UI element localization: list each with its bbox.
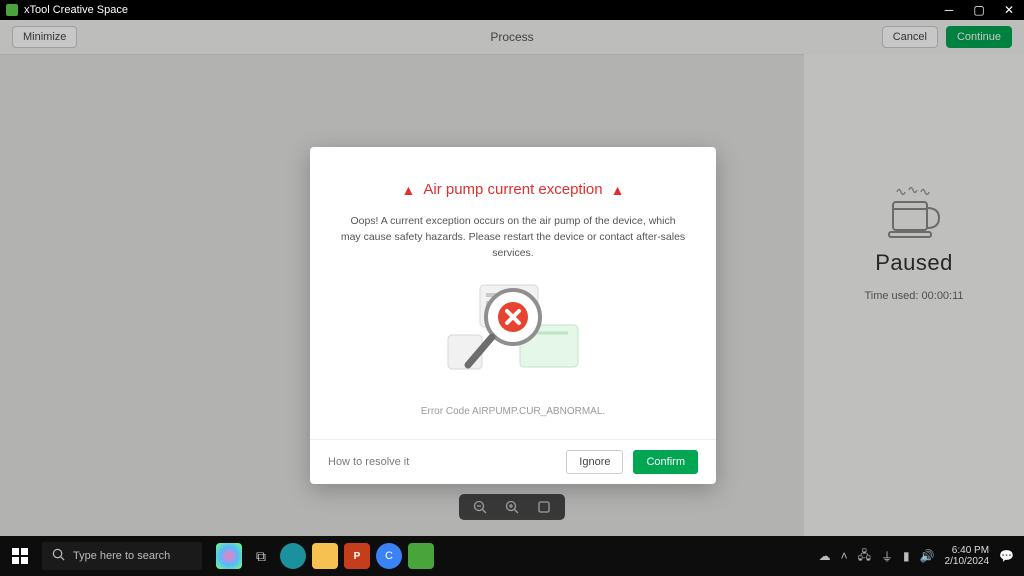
search-placeholder: Type here to search bbox=[73, 550, 170, 562]
app-icon bbox=[6, 4, 18, 16]
tray-time: 6:40 PM bbox=[945, 545, 990, 556]
tray-sound-icon[interactable]: 🔊 bbox=[920, 549, 935, 563]
tray-onedrive-icon[interactable]: ☁ bbox=[819, 549, 831, 563]
start-button[interactable] bbox=[0, 536, 40, 576]
confirm-button[interactable]: Confirm bbox=[633, 450, 698, 474]
warning-icon: ▲ bbox=[611, 182, 625, 198]
tray-date: 2/10/2024 bbox=[945, 556, 990, 567]
tray-expand-icon[interactable]: ˄ bbox=[841, 549, 848, 563]
xtool-icon[interactable] bbox=[408, 543, 434, 569]
dialog-message: Oops! A current exception occurs on the … bbox=[340, 214, 686, 261]
ignore-button[interactable]: Ignore bbox=[566, 450, 623, 474]
error-code: Error Code AIRPUMP.CUR_ABNORMAL. bbox=[340, 406, 686, 417]
tray-battery-icon[interactable]: ▮ bbox=[903, 549, 910, 563]
tray-clock[interactable]: 6:40 PM 2/10/2024 bbox=[945, 545, 990, 567]
cortana-icon[interactable] bbox=[216, 543, 242, 569]
window-maximize-button[interactable]: ▢ bbox=[964, 0, 994, 20]
task-view-icon[interactable]: ⧉ bbox=[248, 543, 274, 569]
window-close-button[interactable]: ✕ bbox=[994, 0, 1024, 20]
warning-icon: ▲ bbox=[402, 182, 416, 198]
powerpoint-icon[interactable]: P bbox=[344, 543, 370, 569]
error-dialog: ▲ Air pump current exception ▲ Oops! A c… bbox=[310, 147, 716, 484]
window-title: xTool Creative Space bbox=[24, 0, 128, 20]
error-illustration bbox=[428, 277, 598, 387]
tray-network-icon[interactable]: 🖧 bbox=[858, 546, 871, 567]
taskbar: Type here to search ⧉ P C ☁ ˄ 🖧 ⏚ ▮ 🔊 6:… bbox=[0, 536, 1024, 576]
how-to-resolve-link[interactable]: How to resolve it bbox=[328, 456, 409, 468]
dialog-title: Air pump current exception bbox=[423, 181, 602, 198]
taskbar-search[interactable]: Type here to search bbox=[42, 542, 202, 570]
notifications-icon[interactable]: 💬 bbox=[999, 549, 1014, 563]
file-explorer-icon[interactable] bbox=[312, 543, 338, 569]
edge-icon[interactable] bbox=[280, 543, 306, 569]
search-icon bbox=[52, 548, 65, 564]
app-c-icon[interactable]: C bbox=[376, 543, 402, 569]
window-minimize-button[interactable]: ─ bbox=[934, 0, 964, 20]
tray-wifi-icon[interactable]: ⏚ bbox=[881, 548, 893, 565]
